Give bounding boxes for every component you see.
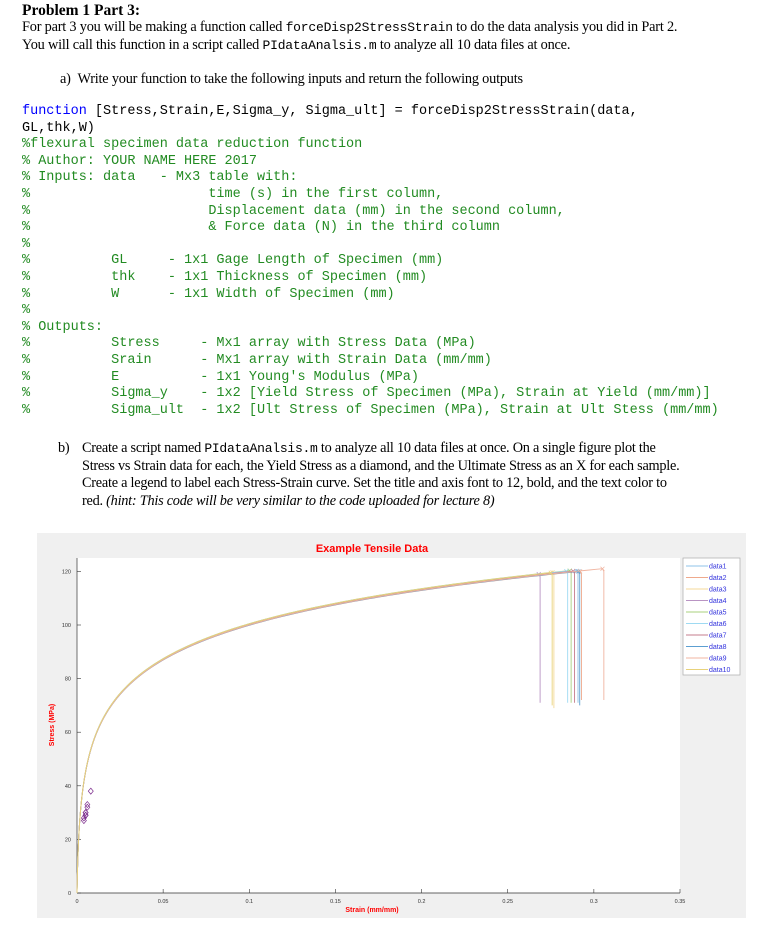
y-axis-label: Stress (MPa) [49,704,56,746]
tensile-chart: Example Tensile Data Stress (MPa) Strain… [37,533,746,918]
x-tick-label: 0.2 [418,899,426,905]
x-tick-label: 0.35 [675,899,686,905]
y-tick-label: 80 [65,677,71,683]
x-tick-label: 0.05 [158,899,169,905]
x-tick-label: 0.1 [245,899,253,905]
legend-label-data8: data8 [709,644,727,651]
legend-label-data3: data3 [709,587,727,594]
legend-label-data5: data5 [709,610,727,617]
legend-label-data7: data7 [709,633,727,640]
legend: data1 data2 data3 data4 data5 data6 data7 data8… [682,557,741,676]
legend-label-data6: data6 [709,621,727,628]
legend-label-data4: data4 [709,598,727,605]
y-tick-label: 0 [68,891,71,897]
y-tick-label: 40 [65,784,71,790]
legend-label-data2: data2 [709,575,727,582]
legend-label-data10: data10 [709,667,731,674]
x-tick-label: 0.25 [502,899,513,905]
legend-label-data1: data1 [709,564,727,571]
x-axis-label: Strain (mm/mm) [345,907,398,914]
chart-title: Example Tensile Data [316,543,429,555]
x-tick-label: 0.15 [330,899,341,905]
axes-background [77,558,680,893]
y-tick-label: 100 [62,623,71,629]
y-tick-label: 60 [65,730,71,736]
x-tick-label: 0 [75,899,78,905]
y-tick-label: 20 [65,837,71,843]
legend-label-data9: data9 [709,656,727,663]
y-tick-label: 120 [62,569,71,575]
x-tick-label: 0.3 [590,899,598,905]
